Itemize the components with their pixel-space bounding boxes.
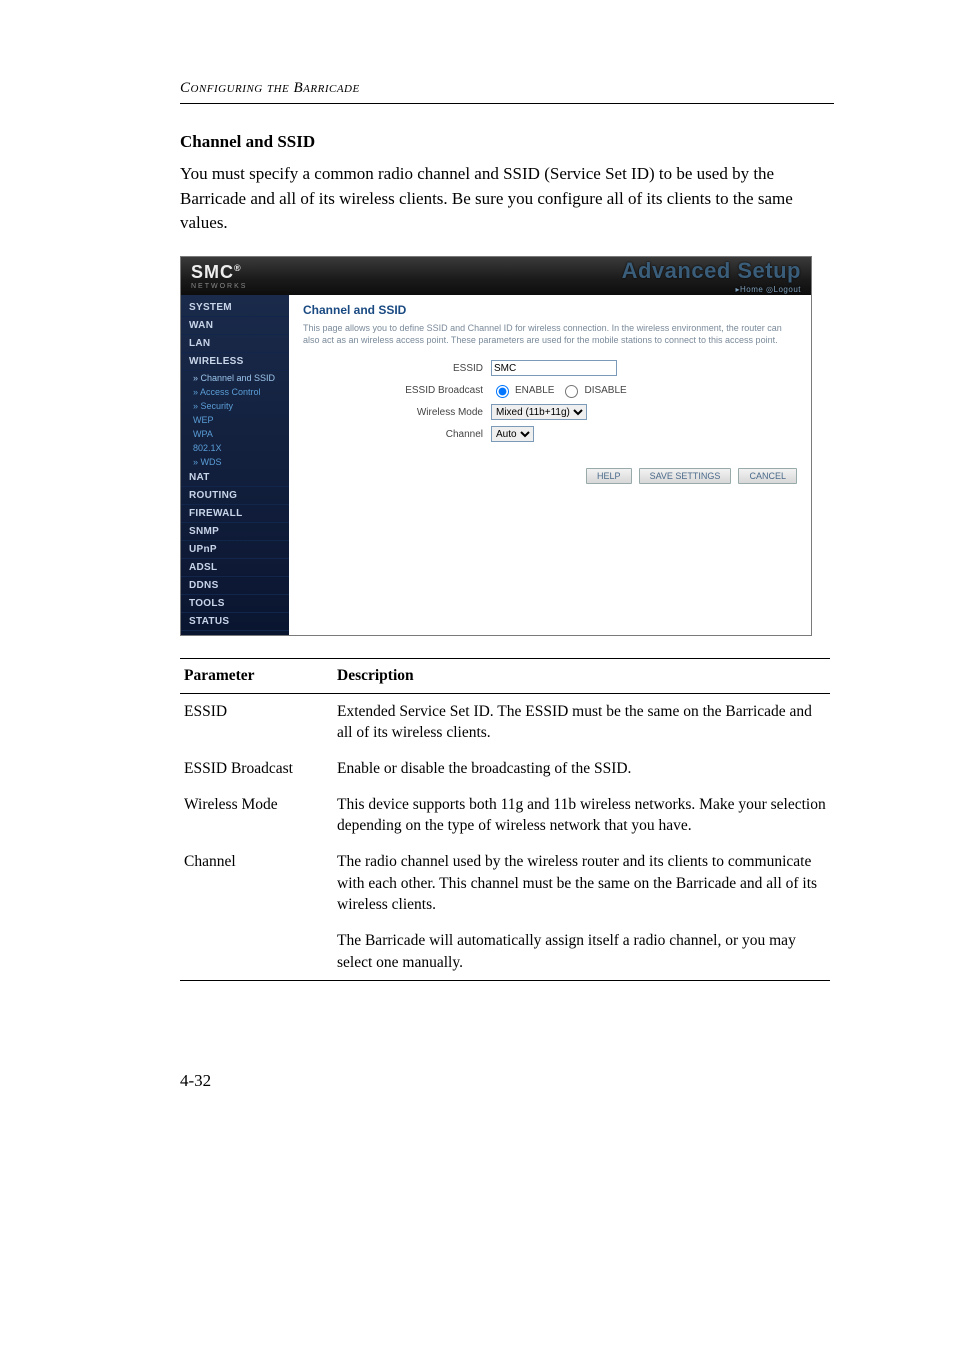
table-row: ESSID Broadcast xyxy=(180,751,333,787)
essid-input[interactable] xyxy=(491,360,617,376)
channel-select[interactable]: Auto xyxy=(491,426,534,442)
mode-row: Wireless Mode Mixed (11b+11g) xyxy=(303,404,797,420)
subnav-wep[interactable]: WEP xyxy=(181,413,289,427)
nav-firewall[interactable]: FIREWALL xyxy=(181,505,289,523)
subnav-channel-ssid[interactable]: » Channel and SSID xyxy=(181,371,289,385)
subnav-8021x[interactable]: 802.1X xyxy=(181,441,289,455)
broadcast-label: ESSID Broadcast xyxy=(303,385,491,396)
nav-tools[interactable]: TOOLS xyxy=(181,595,289,613)
intro-paragraph: You must specify a common radio channel … xyxy=(180,162,834,236)
table-row: The radio channel used by the wireless r… xyxy=(333,844,830,923)
main-panel: Channel and SSID This page allows you to… xyxy=(289,295,811,635)
nav-wireless[interactable]: WIRELESS xyxy=(181,353,289,371)
table-row: Extended Service Set ID. The ESSID must … xyxy=(333,693,830,751)
table-row: Enable or disable the broadcasting of th… xyxy=(333,751,830,787)
subnav-security[interactable]: » Security xyxy=(181,399,289,413)
subnav-access-control[interactable]: » Access Control xyxy=(181,385,289,399)
nav-wan[interactable]: WAN xyxy=(181,317,289,335)
subnav-wpa[interactable]: WPA xyxy=(181,427,289,441)
header-links[interactable]: ▸Home ◎Logout xyxy=(735,285,801,294)
brand-title: Advanced Setup ▸Home ◎Logout xyxy=(622,258,801,294)
broadcast-enable-label: ENABLE xyxy=(515,385,554,396)
nav-ddns[interactable]: DDNS xyxy=(181,577,289,595)
subnav-wds[interactable]: » WDS xyxy=(181,455,289,469)
panel-title: Channel and SSID xyxy=(303,303,797,317)
mode-label: Wireless Mode xyxy=(303,407,491,418)
sidebar-nav: SYSTEM WAN LAN WIRELESS » Channel and SS… xyxy=(181,295,289,635)
table-header-parameter: Parameter xyxy=(180,658,333,693)
channel-label: Channel xyxy=(303,429,491,440)
nav-snmp[interactable]: SNMP xyxy=(181,523,289,541)
nav-upnp[interactable]: UPnP xyxy=(181,541,289,559)
table-header-description: Description xyxy=(333,658,830,693)
table-row xyxy=(180,923,333,981)
nav-system[interactable]: SYSTEM xyxy=(181,299,289,317)
nav-adsl[interactable]: ADSL xyxy=(181,559,289,577)
help-button[interactable]: HELP xyxy=(586,468,632,484)
parameter-table: Parameter Description ESSID Extended Ser… xyxy=(180,658,830,982)
nav-nat[interactable]: NAT xyxy=(181,469,289,487)
mode-select[interactable]: Mixed (11b+11g) xyxy=(491,404,587,420)
cancel-button[interactable]: CANCEL xyxy=(738,468,797,484)
embedded-screenshot: SMC® NETWORKS Advanced Setup ▸Home ◎Logo… xyxy=(180,256,812,636)
table-row: ESSID xyxy=(180,693,333,751)
running-head: Configuring the Barricade xyxy=(180,80,834,97)
broadcast-disable-label: DISABLE xyxy=(584,385,626,396)
broadcast-disable-radio[interactable] xyxy=(565,385,578,398)
essid-label: ESSID xyxy=(303,363,491,374)
broadcast-enable-radio[interactable] xyxy=(496,385,509,398)
table-row: Wireless Mode xyxy=(180,787,333,844)
screenshot-header: SMC® NETWORKS Advanced Setup ▸Home ◎Logo… xyxy=(181,257,811,295)
channel-row: Channel Auto xyxy=(303,426,797,442)
smc-logo: SMC® NETWORKS xyxy=(191,262,247,290)
page-number: 4-32 xyxy=(180,1071,834,1091)
save-settings-button[interactable]: SAVE SETTINGS xyxy=(639,468,732,484)
table-row: The Barricade will automatically assign … xyxy=(333,923,830,981)
essid-row: ESSID xyxy=(303,360,797,376)
button-row: HELP SAVE SETTINGS CANCEL xyxy=(303,468,797,484)
nav-status[interactable]: STATUS xyxy=(181,613,289,631)
divider xyxy=(180,103,834,104)
panel-description: This page allows you to define SSID and … xyxy=(303,323,797,346)
section-title: Channel and SSID xyxy=(180,132,834,152)
broadcast-row: ESSID Broadcast ENABLE DISABLE xyxy=(303,382,797,398)
table-row: This device supports both 11g and 11b wi… xyxy=(333,787,830,844)
nav-routing[interactable]: ROUTING xyxy=(181,487,289,505)
nav-lan[interactable]: LAN xyxy=(181,335,289,353)
table-row: Channel xyxy=(180,844,333,923)
